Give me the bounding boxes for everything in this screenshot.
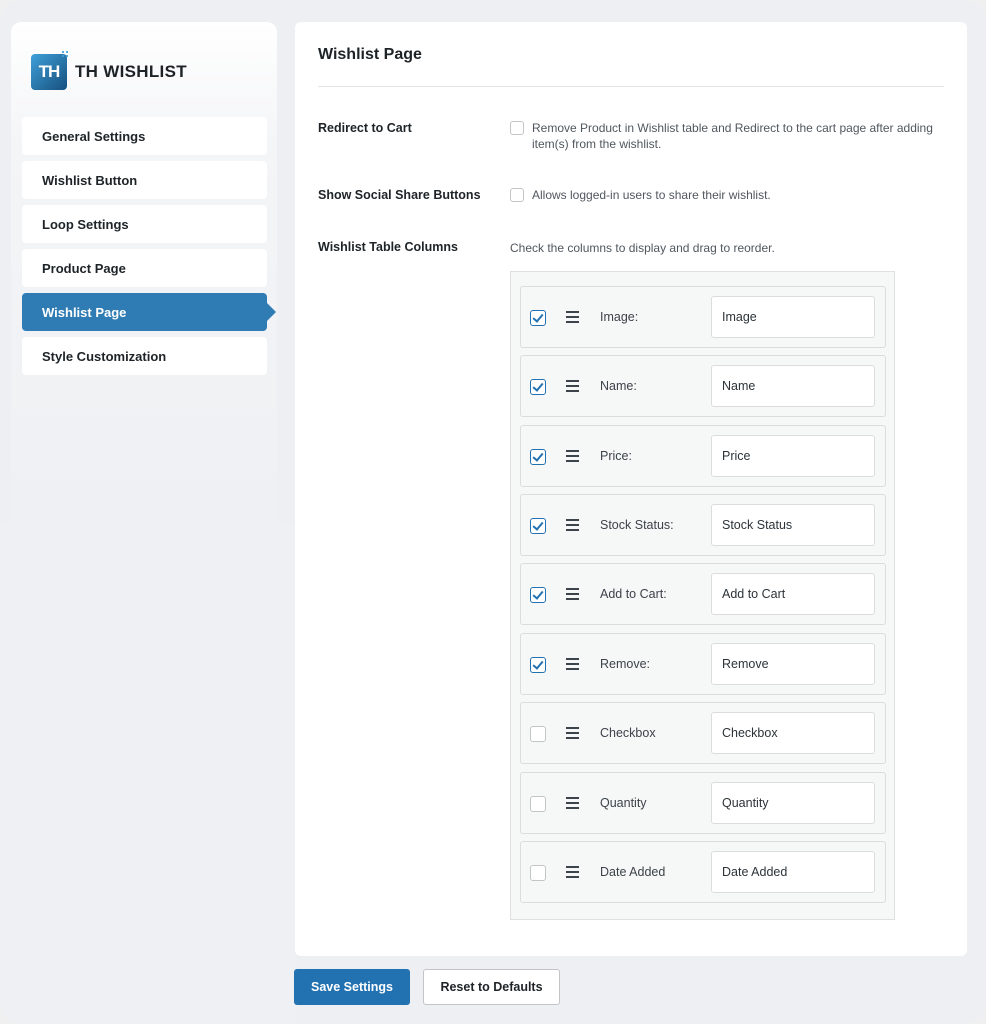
table-columns-label: Wishlist Table Columns	[318, 240, 458, 254]
drag-handle-icon[interactable]	[566, 866, 579, 878]
column-item-price[interactable]: Price:	[520, 425, 886, 487]
sidebar-item-wishlist-page[interactable]: Wishlist Page	[22, 293, 276, 331]
column-item-quantity[interactable]: Quantity	[520, 772, 886, 834]
logo-text: TH	[38, 62, 61, 81]
column-title-input[interactable]	[711, 782, 875, 824]
sidebar: TH TH WISHLIST General Settings Wishlist…	[11, 22, 277, 1024]
drag-handle-icon[interactable]	[566, 658, 579, 670]
drag-handle-icon[interactable]	[566, 588, 579, 600]
column-label: Date Added	[600, 865, 666, 879]
social-share-description: Allows logged-in users to share their wi…	[532, 188, 771, 202]
column-label: Image:	[600, 310, 639, 324]
column-checkbox[interactable]	[530, 587, 546, 603]
social-share-label: Show Social Share Buttons	[318, 188, 481, 202]
drag-handle-icon[interactable]	[566, 797, 579, 809]
social-share-option[interactable]: Allows logged-in users to share their wi…	[510, 187, 771, 203]
column-label: Quantity	[600, 796, 647, 810]
column-item-image[interactable]: Image:	[520, 286, 886, 348]
column-title-input[interactable]	[711, 504, 875, 546]
sidebar-item-general-settings[interactable]: General Settings	[22, 117, 267, 155]
sidebar-item-product-page[interactable]: Product Page	[22, 249, 267, 287]
drag-handle-icon[interactable]	[566, 727, 579, 739]
drag-handle-icon[interactable]	[566, 380, 579, 392]
column-checkbox[interactable]	[530, 310, 546, 326]
column-title-input[interactable]	[711, 573, 875, 615]
column-checkbox[interactable]	[530, 657, 546, 673]
column-checkbox[interactable]	[530, 449, 546, 465]
column-label: Price:	[600, 449, 632, 463]
brand-name: TH WISHLIST	[75, 62, 187, 81]
save-settings-button[interactable]: Save Settings	[294, 969, 410, 1005]
column-title-input[interactable]	[711, 365, 875, 407]
column-checkbox[interactable]	[530, 726, 546, 742]
column-label: Add to Cart:	[600, 587, 667, 601]
column-item-name[interactable]: Name:	[520, 355, 886, 417]
settings-panel: Wishlist Page Redirect to Cart Remove Pr…	[295, 22, 967, 956]
column-title-input[interactable]	[711, 643, 875, 685]
redirect-to-cart-description: Remove Product in Wishlist table and Red…	[532, 121, 933, 151]
sidebar-item-style-customization[interactable]: Style Customization	[22, 337, 267, 375]
settings-frame: TH TH WISHLIST General Settings Wishlist…	[0, 0, 986, 1024]
redirect-to-cart-option[interactable]: Remove Product in Wishlist table and Red…	[510, 120, 940, 152]
page-title: Wishlist Page	[318, 46, 422, 63]
column-checkbox[interactable]	[530, 796, 546, 812]
column-label: Name:	[600, 379, 637, 393]
column-item-date-added[interactable]: Date Added	[520, 841, 886, 903]
column-item-checkbox[interactable]: Checkbox	[520, 702, 886, 764]
column-item-add-to-cart[interactable]: Add to Cart:	[520, 563, 886, 625]
social-share-checkbox[interactable]	[510, 188, 524, 202]
column-item-stock-status[interactable]: Stock Status:	[520, 494, 886, 556]
sidebar-item-loop-settings[interactable]: Loop Settings	[22, 205, 267, 243]
reset-defaults-button[interactable]: Reset to Defaults	[423, 969, 560, 1005]
sidebar-nav: General Settings Wishlist Button Loop Se…	[22, 117, 276, 381]
table-columns-hint: Check the columns to display and drag to…	[510, 241, 775, 255]
column-checkbox[interactable]	[530, 379, 546, 395]
column-title-input[interactable]	[711, 296, 875, 338]
column-title-input[interactable]	[711, 851, 875, 893]
th-logo-icon: TH	[31, 50, 70, 90]
column-label: Remove:	[600, 657, 651, 671]
drag-handle-icon[interactable]	[566, 311, 579, 323]
column-title-input[interactable]	[711, 435, 875, 477]
column-label: Stock Status:	[600, 518, 674, 532]
columns-list: Image: Name: Price: Stock Status:	[510, 271, 895, 920]
column-checkbox[interactable]	[530, 518, 546, 534]
redirect-to-cart-checkbox[interactable]	[510, 121, 524, 135]
logo-dots-icon	[61, 50, 70, 59]
brand: TH TH WISHLIST	[31, 50, 187, 90]
sidebar-item-wishlist-button[interactable]: Wishlist Button	[22, 161, 267, 199]
title-divider	[318, 86, 944, 87]
column-checkbox[interactable]	[530, 865, 546, 881]
drag-handle-icon[interactable]	[566, 519, 579, 531]
redirect-to-cart-label: Redirect to Cart	[318, 121, 412, 135]
column-label: Checkbox	[600, 726, 656, 740]
column-item-remove[interactable]: Remove:	[520, 633, 886, 695]
column-title-input[interactable]	[711, 712, 875, 754]
drag-handle-icon[interactable]	[566, 450, 579, 462]
